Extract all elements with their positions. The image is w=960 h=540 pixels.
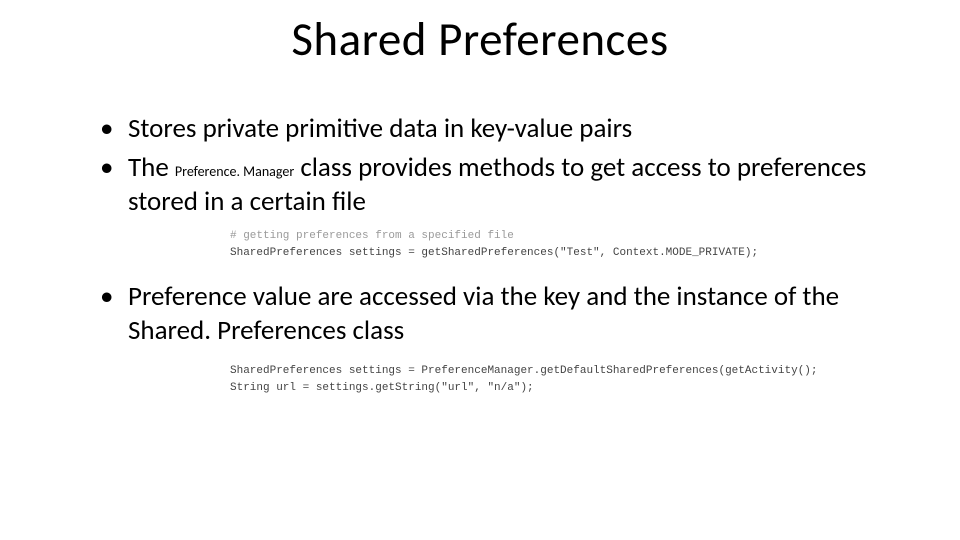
- bullet-item: Stores private primitive data in key-val…: [100, 112, 900, 147]
- slide: Shared Preferences Stores private primit…: [0, 10, 960, 540]
- bullet-list: Stores private primitive data in key-val…: [100, 112, 900, 220]
- code-line: SharedPreferences settings = PreferenceM…: [230, 363, 900, 380]
- bullet-text-post: class provides methods to get access to …: [128, 151, 866, 219]
- code-line: # getting preferences from a specified f…: [230, 228, 900, 245]
- code-line: SharedPreferences settings = getSharedPr…: [230, 245, 900, 262]
- bullet-item: Preference value are accessed via the ke…: [100, 280, 900, 349]
- slide-title: Shared Preferences: [0, 10, 960, 68]
- code-snippet: # getting preferences from a specified f…: [230, 228, 900, 262]
- bullet-list: Preference value are accessed via the ke…: [100, 280, 900, 349]
- slide-body: Stores private primitive data in key-val…: [0, 112, 960, 397]
- inline-code: Preference. Manager: [175, 163, 294, 180]
- code-line: String url = settings.getString("url", "…: [230, 380, 900, 397]
- bullet-text-pre: The: [128, 151, 175, 184]
- code-snippet: SharedPreferences settings = PreferenceM…: [230, 363, 900, 397]
- bullet-item: The Preference. Manager class provides m…: [100, 151, 900, 220]
